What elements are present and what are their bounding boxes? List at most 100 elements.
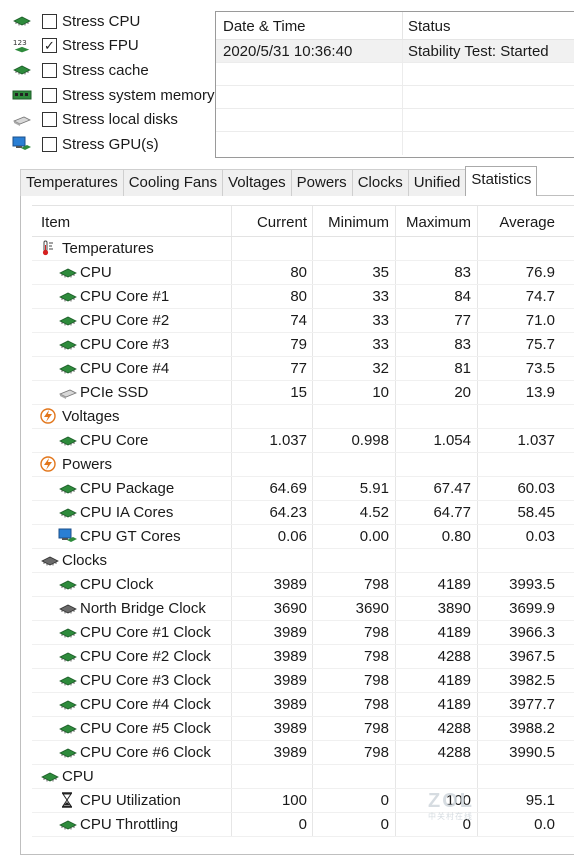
cache-chip-icon	[12, 62, 32, 78]
table-row[interactable]: PCIe SSD 15 10 20 13.9	[32, 381, 574, 405]
table-row[interactable]: CPU Core #1 80 33 84 74.7	[32, 285, 574, 309]
tab-statistics[interactable]: Statistics	[465, 166, 538, 196]
stress-cache-checkbox[interactable]	[42, 62, 57, 78]
cpu-chip-icon	[58, 506, 78, 522]
maximum-column-header[interactable]: Maximum	[396, 206, 478, 236]
status-log-datetime: 2020/5/31 10:36:40	[216, 40, 403, 62]
item-name-cell: CPU Package	[32, 477, 232, 500]
maximum-value: 67.47	[396, 477, 478, 500]
average-value: 60.03	[517, 480, 555, 497]
maximum-value: 100	[396, 789, 478, 812]
category-row[interactable]: Powers	[32, 453, 574, 477]
hourglass-icon	[58, 792, 78, 808]
stress-local-disks-option[interactable]: Stress local disks	[0, 107, 212, 132]
table-row[interactable]: CPU Core #5 Clock 3989 798 4288 3988.2	[32, 717, 574, 741]
stress-cpu-checkbox[interactable]	[42, 13, 57, 29]
sensor-tabs: Temperatures Cooling Fans Voltages Powers Cl…	[20, 166, 538, 196]
item-name-cell: CPU Core #3	[32, 333, 232, 356]
average-value: 3990.5	[509, 744, 555, 761]
average-value: 74.7	[525, 288, 555, 305]
datetime-column-header[interactable]: Date & Time	[216, 12, 403, 39]
average-value: 3988.2	[509, 720, 555, 737]
cpu-chip-icon	[58, 290, 78, 306]
table-row[interactable]: CPU Core 1.037 0.998 1.054 1.037	[32, 429, 574, 453]
table-row[interactable]: CPU Package 64.69 5.91 67.47 60.03	[32, 477, 574, 501]
cpu-chip-icon	[58, 746, 78, 762]
tab-voltages[interactable]: Voltages	[222, 169, 292, 196]
current-value: 3989	[232, 717, 313, 740]
status-log-status: Stability Test: Started	[408, 43, 549, 60]
minimum-value: 798	[313, 645, 396, 668]
status-log-table: Date & Time Status 2020/5/31 10:36:40 St…	[215, 11, 574, 158]
item-name-cell: Powers	[32, 453, 232, 476]
stress-fpu-option[interactable]: 123 ✓ Stress FPU	[0, 34, 212, 59]
category-row[interactable]: Clocks	[32, 549, 574, 573]
status-log-empty-row	[216, 132, 574, 155]
current-column-header[interactable]: Current	[232, 206, 313, 236]
item-name: CPU Core #3	[80, 336, 170, 353]
stress-cpu-option[interactable]: Stress CPU	[0, 9, 212, 34]
table-row[interactable]: CPU Core #4 Clock 3989 798 4189 3977.7	[32, 693, 574, 717]
item-name: CPU Core #1 Clock	[80, 624, 211, 641]
item-name: CPU	[80, 264, 112, 281]
tab-clocks[interactable]: Clocks	[351, 169, 409, 196]
table-row[interactable]: CPU Core #4 77 32 81 73.5	[32, 357, 574, 381]
table-row[interactable]: CPU Core #3 79 33 83 75.7	[32, 333, 574, 357]
minimum-value: 0.998	[313, 429, 396, 452]
lightning-icon	[40, 456, 60, 472]
stress-system-memory-checkbox[interactable]	[42, 87, 57, 103]
cpu-chip-icon	[58, 434, 78, 450]
table-row[interactable]: CPU Core #1 Clock 3989 798 4189 3966.3	[32, 621, 574, 645]
stress-cache-option[interactable]: Stress cache	[0, 58, 212, 83]
minimum-value: 4.52	[313, 501, 396, 524]
table-row[interactable]: CPU Clock 3989 798 4189 3993.5	[32, 573, 574, 597]
table-row[interactable]: North Bridge Clock 3690 3690 3890 3699.9	[32, 597, 574, 621]
cpu-chip-icon	[58, 626, 78, 642]
item-name: PCIe SSD	[80, 384, 149, 401]
table-row[interactable]: CPU Core #2 Clock 3989 798 4288 3967.5	[32, 645, 574, 669]
stress-local-disks-checkbox[interactable]	[42, 112, 57, 128]
category-row[interactable]: CPU	[32, 765, 574, 789]
item-column-header[interactable]: Item	[32, 206, 232, 236]
table-row[interactable]: CPU Utilization 100 0 100 95.1	[32, 789, 574, 813]
stress-gpu-s-option[interactable]: Stress GPU(s)	[0, 132, 212, 157]
table-row[interactable]: CPU Core #3 Clock 3989 798 4189 3982.5	[32, 669, 574, 693]
minimum-column-header[interactable]: Minimum	[313, 206, 396, 236]
average-value: 3967.5	[509, 648, 555, 665]
minimum-value: 33	[313, 309, 396, 332]
tab-powers[interactable]: Powers	[290, 169, 353, 196]
average-value: 3977.7	[509, 696, 555, 713]
tab-unified[interactable]: Unified	[407, 169, 467, 196]
tab-cooling-fans[interactable]: Cooling Fans	[122, 169, 224, 196]
table-row[interactable]: CPU Core #2 74 33 77 71.0	[32, 309, 574, 333]
average-value: 1.037	[517, 432, 555, 449]
table-row[interactable]: CPU 80 35 83 76.9	[32, 261, 574, 285]
item-name-cell: CPU Core #2	[32, 309, 232, 332]
table-row[interactable]: CPU IA Cores 64.23 4.52 64.77 58.45	[32, 501, 574, 525]
table-row[interactable]: CPU GT Cores 0.06 0.00 0.80 0.03	[32, 525, 574, 549]
current-value: 74	[232, 309, 313, 332]
current-value: 3989	[232, 645, 313, 668]
category-row[interactable]: Voltages	[32, 405, 574, 429]
item-name-cell: CPU Core #5 Clock	[32, 717, 232, 740]
stress-fpu-checkbox[interactable]: ✓	[42, 38, 57, 54]
stress-gpu-s-checkbox[interactable]	[42, 136, 57, 152]
minimum-value: 0	[313, 789, 396, 812]
stress-system-memory-label: Stress system memory	[62, 86, 215, 104]
status-column-header[interactable]: Status	[403, 12, 574, 39]
maximum-value: 84	[396, 285, 478, 308]
item-name-cell: CPU	[32, 261, 232, 284]
item-name: CPU Core #2	[80, 312, 170, 329]
maximum-value: 20	[396, 381, 478, 404]
table-row[interactable]: CPU Core #6 Clock 3989 798 4288 3990.5	[32, 741, 574, 765]
table-row[interactable]: CPU Throttling 0 0 0 0.0	[32, 813, 574, 837]
maximum-value: 4189	[396, 693, 478, 716]
average-value: 3993.5	[509, 576, 555, 593]
status-log-row[interactable]: 2020/5/31 10:36:40 Stability Test: Start…	[216, 40, 574, 63]
category-row[interactable]: Temperatures	[32, 237, 574, 261]
average-column-header[interactable]: Average	[478, 206, 560, 236]
stress-system-memory-option[interactable]: Stress system memory	[0, 83, 215, 108]
item-name-cell: PCIe SSD	[32, 381, 232, 404]
statistics-body: Temperatures CPU 80 35 83 76.9 CPU Core #1 80 33…	[32, 237, 574, 837]
tab-temperatures[interactable]: Temperatures	[20, 169, 124, 196]
